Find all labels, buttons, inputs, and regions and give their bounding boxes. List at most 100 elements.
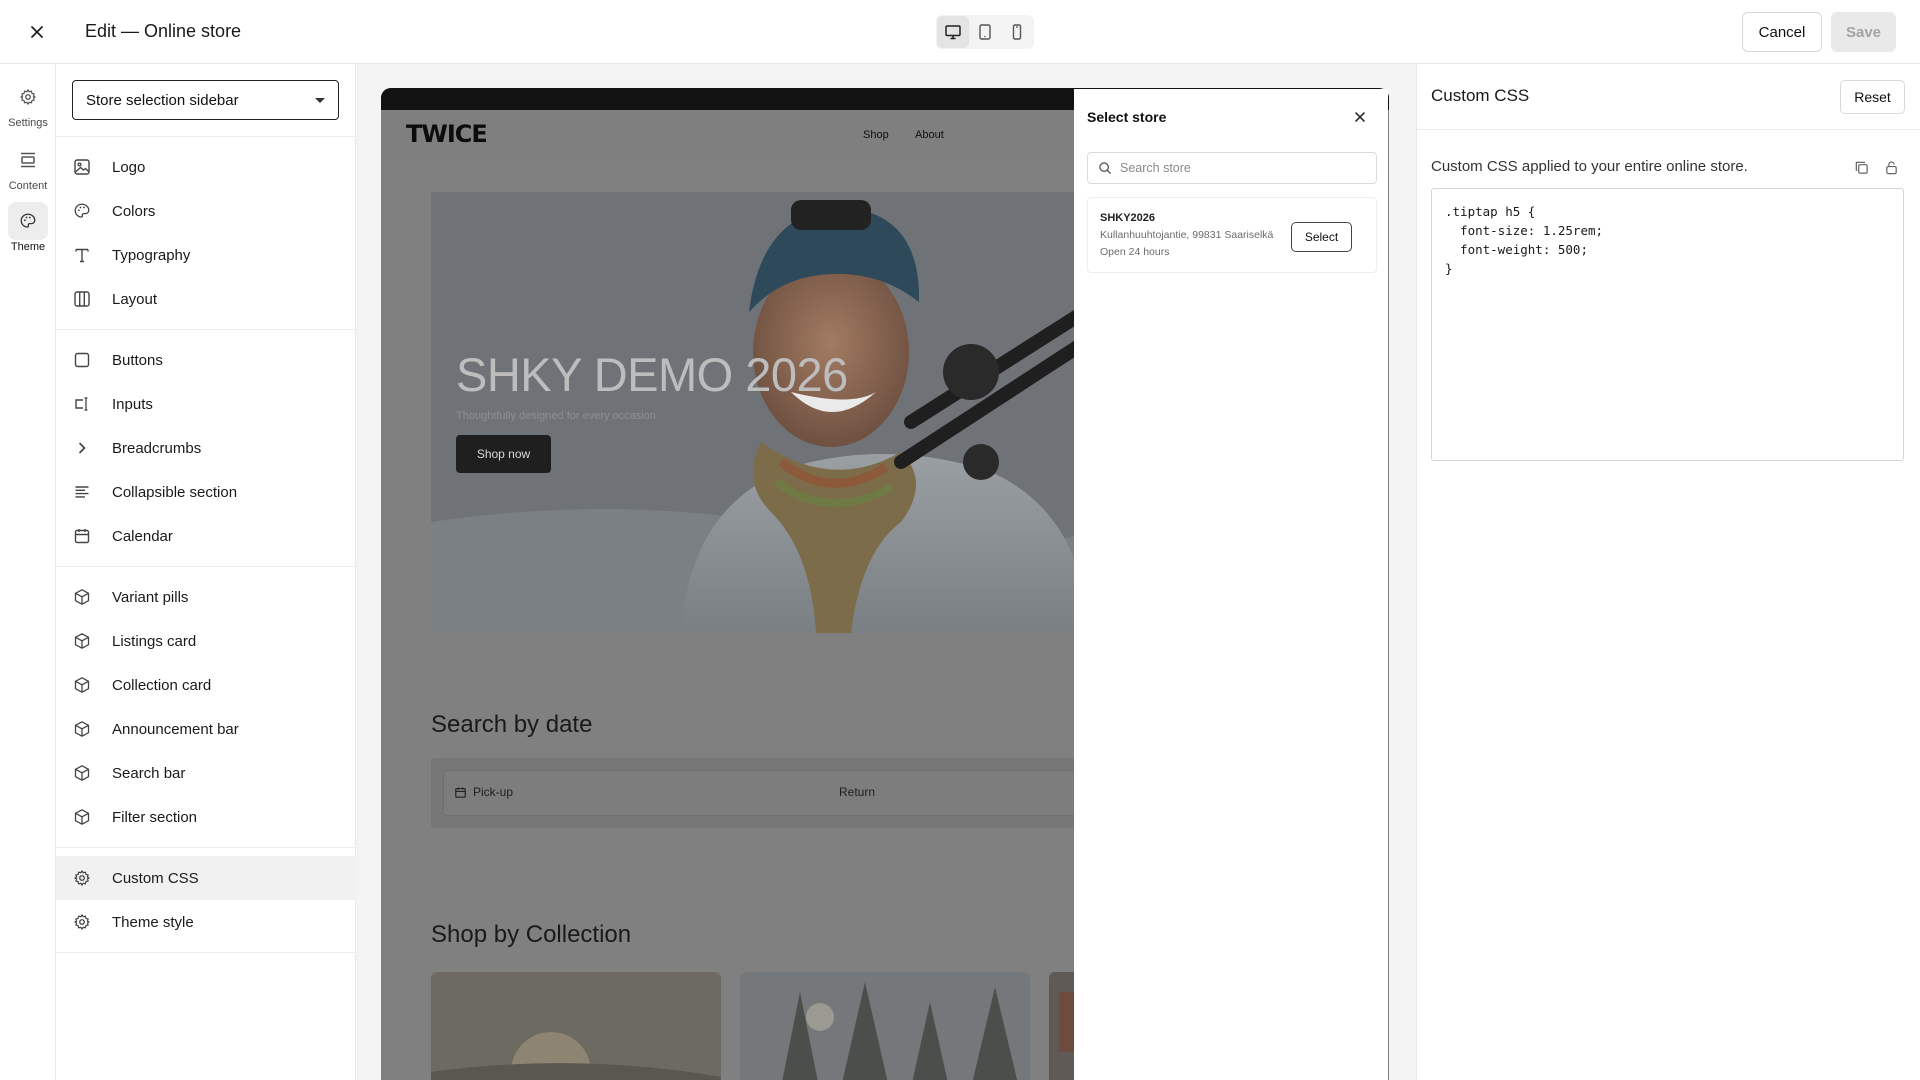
store-list-item[interactable]: SHKY2026 Kullanhuuhtojantie, 99831 Saari… xyxy=(1087,197,1377,273)
lock-button[interactable] xyxy=(1882,158,1900,176)
menu-icon xyxy=(72,526,92,546)
hero-subtitle: Thoughtfully designed for every occasion xyxy=(456,410,656,422)
columns-icon xyxy=(74,291,90,307)
close-icon xyxy=(1355,112,1365,122)
menu-icon xyxy=(72,438,92,458)
store-logo[interactable]: TWICE xyxy=(406,120,488,148)
shop-by-collection-title: Shop by Collection xyxy=(431,921,632,948)
menu-label: Breadcrumbs xyxy=(112,439,202,457)
menu-item-calendar[interactable]: Calendar xyxy=(56,514,356,558)
custom-css-panel: Custom CSS Reset Custom CSS applied to y… xyxy=(1416,64,1920,1080)
code-line: font-weight: 500; xyxy=(1445,242,1588,257)
menu-icon xyxy=(72,763,92,783)
dropdown-value: Store selection sidebar xyxy=(86,91,239,109)
theme-settings-panel: Store selection sidebar Logo Colors Typo… xyxy=(56,64,356,1080)
calendar-icon xyxy=(455,786,466,798)
mobile-view-button[interactable] xyxy=(1001,16,1033,48)
menu-icon xyxy=(72,245,92,265)
css-code-editor[interactable]: .tiptap h5 { font-size: 1.25rem; font-we… xyxy=(1431,188,1904,461)
menu-item-listings-card[interactable]: Listings card xyxy=(56,619,356,663)
gear-icon xyxy=(74,914,90,930)
date-range-input[interactable]: Pick-up Return xyxy=(443,770,1133,816)
menu-label: Theme style xyxy=(112,913,194,931)
code-line: } xyxy=(1445,261,1453,276)
select-store-drawer: Select store SHKY2026 Kullanhuuhtojantie… xyxy=(1074,89,1388,1080)
shop-now-button[interactable]: Shop now xyxy=(456,435,551,473)
menu-item-inputs[interactable]: Inputs xyxy=(56,382,356,426)
menu-label: Listings card xyxy=(112,632,197,650)
menu-item-announcement-bar[interactable]: Announcement bar xyxy=(56,707,356,751)
return-label: Return xyxy=(839,785,876,799)
menu-icon xyxy=(72,157,92,177)
gear-icon xyxy=(74,870,90,886)
store-name: SHKY2026 xyxy=(1100,212,1156,224)
copy-button[interactable] xyxy=(1852,158,1870,176)
menu-label: Calendar xyxy=(112,527,173,545)
align-left-icon xyxy=(75,486,89,498)
menu-item-layout[interactable]: Layout xyxy=(56,277,356,321)
panel-title: Custom CSS xyxy=(1431,86,1530,105)
menu-item-breadcrumbs[interactable]: Breadcrumbs xyxy=(56,426,356,470)
palette-icon xyxy=(74,203,90,218)
menu-item-collapsible-section[interactable]: Collapsible section xyxy=(56,470,356,514)
menu-icon xyxy=(72,394,92,414)
nav-link-about[interactable]: About xyxy=(915,129,944,141)
menu-label: Announcement bar xyxy=(112,720,239,738)
menu-item-typography[interactable]: Typography xyxy=(56,233,356,277)
rail-item-theme[interactable]: Theme xyxy=(0,202,56,262)
store-hours: Open 24 hours xyxy=(1100,246,1170,258)
menu-label: Collapsible section xyxy=(112,483,238,501)
nav-link-shop[interactable]: Shop xyxy=(863,129,889,141)
copy-icon xyxy=(1855,161,1868,174)
menu-icon xyxy=(72,868,92,888)
content-icon xyxy=(21,152,35,168)
menu-item-search-bar[interactable]: Search bar xyxy=(56,751,356,795)
template-dropdown[interactable]: Store selection sidebar xyxy=(72,80,339,120)
divider xyxy=(56,847,356,848)
hero-banner: SHKY DEMO 2026 Thoughtfully designed for… xyxy=(431,192,1131,633)
save-button[interactable]: Save xyxy=(1831,12,1896,52)
menu-item-collection-card[interactable]: Collection card xyxy=(56,663,356,707)
menu-label: Typography xyxy=(112,246,191,264)
reset-button[interactable]: Reset xyxy=(1840,80,1905,114)
search-icon xyxy=(1099,162,1111,174)
rail-item-settings[interactable]: Settings xyxy=(0,78,56,138)
menu-item-custom-css[interactable]: Custom CSS xyxy=(56,856,356,900)
rail-item-content[interactable]: Content xyxy=(0,141,56,201)
menu-item-logo[interactable]: Logo xyxy=(56,145,356,189)
menu-item-theme-style[interactable]: Theme style xyxy=(56,900,356,944)
menu-icon xyxy=(72,350,92,370)
rail-icon-wrap xyxy=(8,78,48,116)
desktop-view-button[interactable] xyxy=(937,16,969,48)
menu-icon xyxy=(72,289,92,309)
divider xyxy=(56,329,356,330)
square-icon xyxy=(74,352,90,368)
menu-item-buttons[interactable]: Buttons xyxy=(56,338,356,382)
collection-card[interactable] xyxy=(740,972,1030,1080)
mobile-icon xyxy=(1012,24,1022,40)
store-address: Kullanhuuhtojantie, 99831 Saariselkä xyxy=(1100,229,1274,241)
tablet-view-button[interactable] xyxy=(969,16,1001,48)
menu-item-colors[interactable]: Colors xyxy=(56,189,356,233)
menu-item-filter-section[interactable]: Filter section xyxy=(56,795,356,839)
search-by-date-title: Search by date xyxy=(431,711,593,738)
gear-icon xyxy=(20,89,36,105)
cancel-button[interactable]: Cancel xyxy=(1742,12,1822,52)
store-search-field[interactable] xyxy=(1087,152,1377,184)
collection-card[interactable] xyxy=(431,972,721,1080)
pickup-field[interactable]: Pick-up xyxy=(454,785,513,799)
desktop-icon xyxy=(945,25,961,40)
close-drawer-button[interactable] xyxy=(1350,107,1370,127)
close-editor-button[interactable] xyxy=(22,18,52,46)
menu-icon xyxy=(72,631,92,651)
store-search-input[interactable] xyxy=(1120,161,1360,175)
menu-item-variant-pills[interactable]: Variant pills xyxy=(56,575,356,619)
code-line: .tiptap h5 { xyxy=(1445,204,1536,219)
return-field[interactable]: Return xyxy=(839,785,875,799)
box-icon xyxy=(74,677,90,693)
select-store-button[interactable]: Select xyxy=(1291,222,1352,252)
box-icon xyxy=(74,721,90,737)
divider xyxy=(56,952,356,953)
close-icon xyxy=(31,26,43,38)
device-switcher xyxy=(936,15,1034,49)
